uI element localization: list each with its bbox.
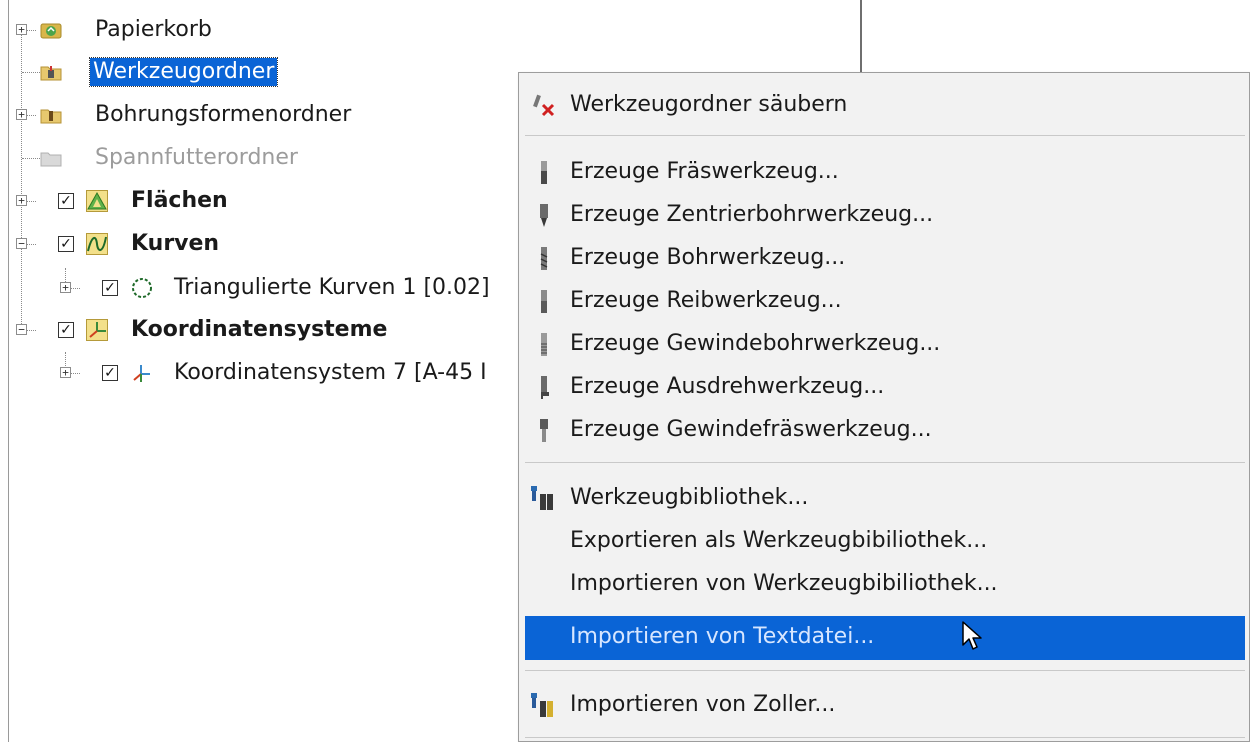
- tree-item-label: Koordinatensysteme: [131, 317, 388, 342]
- tree-item-koordinatensystem-7[interactable]: + ✓ Koordinatensystem 7 [A-45 I: [0, 353, 520, 393]
- menu-item-tool-library[interactable]: Werkzeugbibliothek...: [525, 477, 1245, 519]
- tree-item-label: Flächen: [131, 188, 228, 213]
- menu-item-export-tool-library[interactable]: Exportieren als Werkzeugbibiliothek...: [525, 520, 1245, 562]
- clean-tools-icon: [533, 94, 555, 117]
- menu-item-import-zoller[interactable]: Importieren von Zoller...: [525, 684, 1245, 726]
- tree-item-label: Spannfutterordner: [95, 145, 298, 170]
- menu-separator: [525, 670, 1245, 671]
- expand-icon[interactable]: +: [16, 109, 27, 120]
- hole-shape-folder-icon: [40, 109, 62, 124]
- menu-item-create-drill-tool[interactable]: Erzeuge Bohrwerkzeug...: [525, 237, 1245, 279]
- menu-item-create-tap[interactable]: Erzeuge Gewindebohrwerkzeug...: [525, 323, 1245, 365]
- drill-tool-icon: [540, 247, 548, 270]
- tree-item-papierkorb[interactable]: + Papierkorb: [0, 10, 300, 50]
- triangulated-curve-icon: [132, 278, 152, 298]
- milling-tool-icon: [541, 161, 547, 184]
- thread-mill-icon: [540, 419, 548, 442]
- menu-item-label: Exportieren als Werkzeugbibiliothek...: [570, 528, 988, 553]
- tree-item-werkzeugordner[interactable]: Werkzeugordner: [0, 52, 300, 92]
- tree-item-bohrungsformenordner[interactable]: + Bohrungsformenordner: [0, 95, 400, 135]
- menu-item-create-center-drill[interactable]: Erzeuge Zentrierbohrwerkzeug...: [525, 194, 1245, 236]
- coordinate-systems-icon: [86, 319, 108, 341]
- menu-item-create-reamer[interactable]: Erzeuge Reibwerkzeug...: [525, 280, 1245, 322]
- tap-tool-icon: [541, 333, 547, 356]
- tool-folder-icon: [40, 66, 62, 81]
- expand-icon[interactable]: +: [16, 195, 27, 206]
- coordinate-system-icon: [133, 365, 150, 382]
- menu-item-import-tool-library[interactable]: Importieren von Werkzeugbibiliothek...: [525, 563, 1245, 605]
- menu-item-label: Werkzeugbibliothek...: [570, 485, 809, 510]
- menu-item-clean-tool-folder[interactable]: Werkzeugordner säubern: [525, 84, 1245, 126]
- menu-item-create-milling-tool[interactable]: Erzeuge Fräswerkzeug...: [525, 151, 1245, 193]
- boring-tool-icon: [541, 376, 549, 399]
- tree-item-label: Kurven: [131, 231, 220, 256]
- menu-item-label: Importieren von Zoller...: [570, 692, 836, 717]
- tree-item-spannfutterordner[interactable]: Spannfutterordner: [0, 138, 400, 178]
- tree-item-label: Bohrungsformenordner: [95, 102, 352, 127]
- menu-item-create-thread-mill[interactable]: Erzeuge Gewindefräswerkzeug...: [525, 409, 1245, 451]
- recycle-bin-icon: [40, 23, 62, 39]
- menu-item-label: Erzeuge Zentrierbohrwerkzeug...: [570, 202, 934, 227]
- tree-item-label: Koordinatensystem 7 [A-45 I: [174, 360, 487, 385]
- menu-item-label: Erzeuge Ausdrehwerkzeug...: [570, 374, 885, 399]
- expand-icon[interactable]: +: [60, 282, 71, 293]
- menu-item-label: Erzeuge Fräswerkzeug...: [570, 159, 839, 184]
- tree-item-koordinatensysteme[interactable]: − ✓ Koordinatensysteme: [0, 310, 500, 350]
- center-drill-icon: [540, 204, 548, 227]
- tree-item-flaechen[interactable]: + ✓ Flächen: [0, 181, 400, 221]
- visibility-checkbox[interactable]: ✓: [102, 280, 118, 296]
- tree-item-triangulierte-kurven[interactable]: + ✓ Triangulierte Kurven 1 [0.02]: [0, 268, 530, 308]
- tree-item-kurven[interactable]: − ✓ Kurven: [0, 224, 400, 264]
- menu-item-import-text-file[interactable]: Importieren von Textdatei...: [525, 616, 1245, 660]
- menu-separator: [525, 737, 1245, 738]
- expand-icon[interactable]: +: [16, 24, 27, 35]
- zoller-import-icon: [531, 693, 553, 717]
- visibility-checkbox[interactable]: ✓: [102, 365, 118, 381]
- tree-item-label: Werkzeugordner: [88, 57, 279, 87]
- menu-separator: [525, 462, 1245, 463]
- menu-item-label: Erzeuge Reibwerkzeug...: [570, 288, 842, 313]
- menu-item-create-boring-tool[interactable]: Erzeuge Ausdrehwerkzeug...: [525, 366, 1245, 408]
- collapse-icon[interactable]: −: [16, 324, 27, 335]
- menu-item-label: Erzeuge Gewindebohrwerkzeug...: [570, 331, 941, 356]
- tree-item-label: Triangulierte Kurven 1 [0.02]: [174, 275, 490, 300]
- menu-separator: [525, 135, 1245, 136]
- reamer-tool-icon: [541, 290, 547, 313]
- menu-item-label: Erzeuge Gewindefräswerkzeug...: [570, 417, 932, 442]
- visibility-checkbox[interactable]: ✓: [58, 193, 74, 209]
- tool-library-icon: [531, 486, 553, 510]
- visibility-checkbox[interactable]: ✓: [58, 322, 74, 338]
- menu-item-label: Importieren von Textdatei...: [570, 624, 875, 649]
- context-menu: Werkzeugordner säubern Erzeuge Fräswerkz…: [518, 72, 1250, 742]
- menu-item-label: Importieren von Werkzeugbibiliothek...: [570, 571, 998, 596]
- curves-icon: [86, 233, 108, 255]
- tree-item-label: Papierkorb: [95, 17, 212, 42]
- collapse-icon[interactable]: −: [16, 238, 27, 249]
- menu-item-label: Erzeuge Bohrwerkzeug...: [570, 245, 846, 270]
- surfaces-icon: [86, 190, 108, 212]
- visibility-checkbox[interactable]: ✓: [58, 236, 74, 252]
- expand-icon[interactable]: +: [60, 367, 71, 378]
- mouse-cursor-icon: [962, 621, 982, 650]
- menu-item-label: Werkzeugordner säubern: [570, 92, 848, 117]
- chuck-folder-icon: [40, 152, 62, 167]
